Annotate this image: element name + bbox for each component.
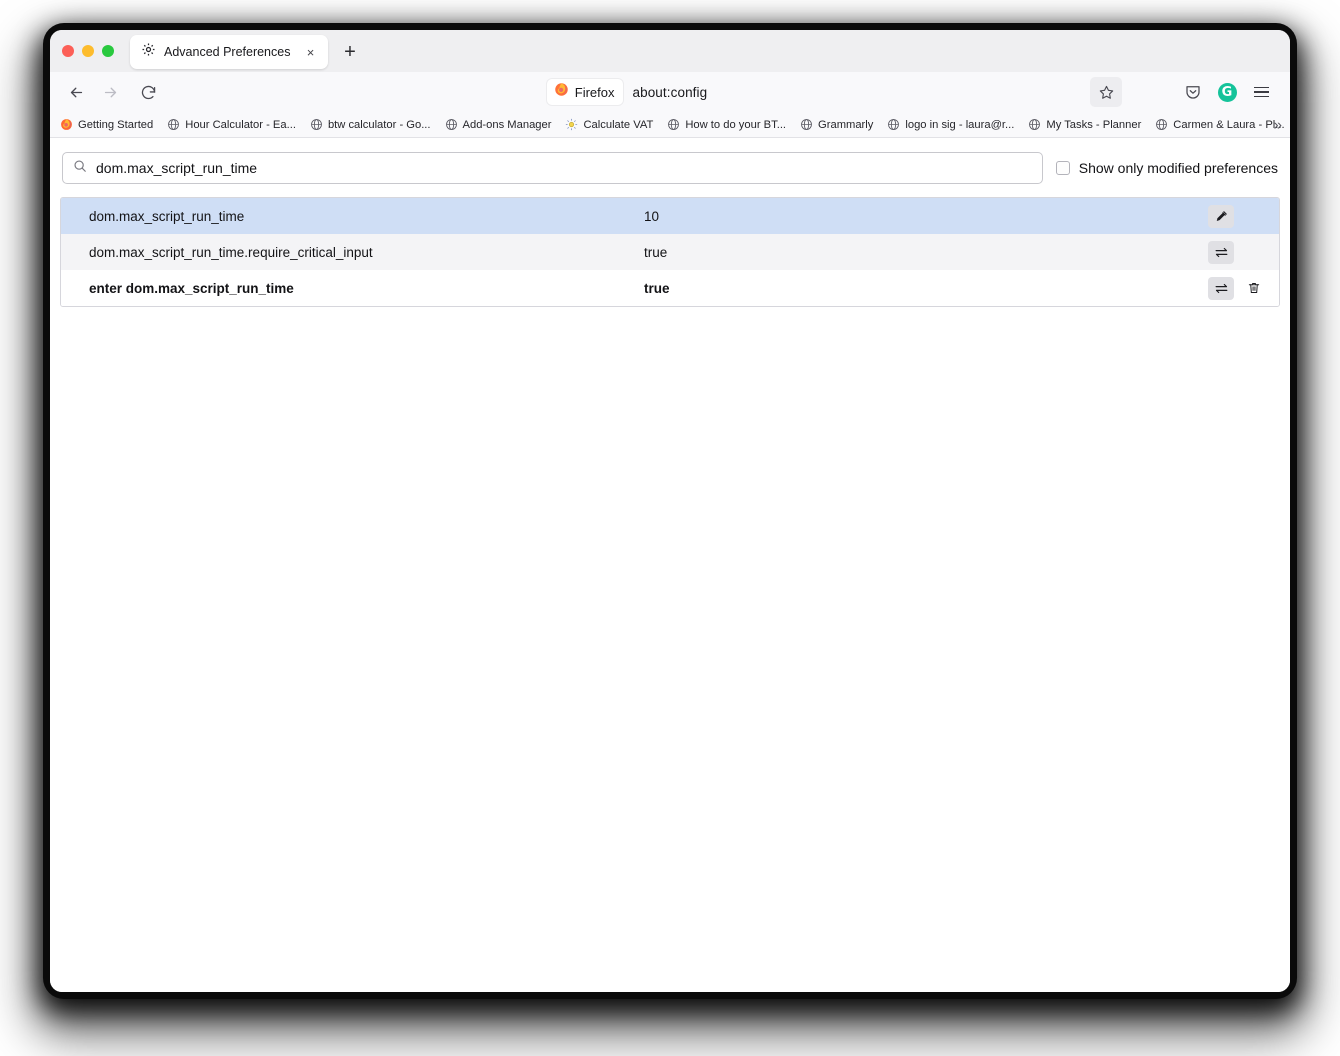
bookmark-label: Carmen & Laura - Pl... — [1173, 118, 1285, 131]
bookmark-label: btw calculator - Go... — [327, 118, 431, 131]
hamburger-menu-icon[interactable] — [1246, 77, 1276, 107]
bookmark-item[interactable]: Grammarly — [800, 118, 873, 131]
bookmark-item[interactable]: How to do your BT... — [667, 118, 786, 131]
pocket-icon[interactable] — [1178, 77, 1208, 107]
back-button[interactable] — [60, 77, 92, 107]
show-modified-label: Show only modified preferences — [1078, 160, 1278, 176]
forward-button[interactable] — [94, 77, 126, 107]
action-spacer — [1241, 205, 1267, 228]
url-text: about:config — [632, 84, 708, 100]
about-config-page: dom.max_script_run_time Show only modifi… — [50, 138, 1290, 992]
bookmark-item[interactable]: Hour Calculator - Ea... — [167, 118, 296, 131]
search-row: dom.max_script_run_time Show only modifi… — [60, 152, 1280, 184]
bookmark-item[interactable]: logo in sig - laura@r... — [887, 118, 1014, 131]
bookmark-label: Calculate VAT — [583, 118, 654, 131]
preference-value: true — [644, 280, 670, 296]
identity-chip-label: Firefox — [574, 84, 615, 100]
toggle-icon[interactable] — [1208, 276, 1234, 300]
trash-icon[interactable] — [1241, 277, 1267, 300]
bookmark-label: Getting Started — [78, 118, 154, 131]
bookmark-item[interactable]: My Tasks - Planner — [1028, 118, 1141, 131]
firefox-icon — [554, 82, 569, 102]
preference-actions — [1208, 276, 1267, 300]
preference-value: true — [644, 244, 668, 260]
address-bar[interactable]: Firefox about:config — [166, 77, 1088, 107]
bookmark-item[interactable]: Add-ons Manager — [445, 118, 552, 131]
globe-icon — [1155, 118, 1168, 131]
navigation-toolbar: Firefox about:config G — [50, 72, 1290, 112]
firefox-icon — [60, 118, 73, 131]
globe-icon — [667, 118, 680, 131]
preference-value: 10 — [644, 208, 660, 224]
window-controls — [62, 30, 130, 72]
edit-pencil-icon[interactable] — [1208, 204, 1234, 228]
preference-name: dom.max_script_run_time — [89, 208, 245, 224]
close-window-button[interactable] — [62, 45, 74, 57]
search-input[interactable]: dom.max_script_run_time — [62, 152, 1043, 184]
grammarly-icon[interactable]: G — [1212, 77, 1242, 107]
toggle-icon[interactable] — [1208, 240, 1234, 264]
new-tab-button[interactable]: + — [336, 38, 364, 66]
bookmark-label: How to do your BT... — [685, 118, 787, 131]
sun-icon — [565, 118, 578, 131]
globe-icon — [445, 118, 458, 131]
tab-title: Advanced Preferences — [164, 45, 291, 59]
show-modified-preferences-toggle[interactable]: Show only modified preferences — [1055, 160, 1280, 176]
bookmark-item[interactable]: Carmen & Laura - Pl... — [1155, 118, 1285, 131]
bookmark-item[interactable]: Getting Started — [60, 118, 153, 131]
bookmark-star-icon[interactable] — [1090, 77, 1122, 107]
preference-actions — [1208, 204, 1267, 228]
bookmark-label: Grammarly — [818, 118, 874, 131]
preference-row[interactable]: enter dom.max_script_run_time true — [61, 270, 1279, 306]
globe-icon — [887, 118, 900, 131]
tab-strip: Advanced Preferences × + — [50, 30, 1290, 72]
preference-actions — [1208, 240, 1267, 264]
tab-advanced-preferences[interactable]: Advanced Preferences × — [130, 35, 328, 69]
bookmark-item[interactable]: btw calculator - Go... — [310, 118, 431, 131]
bookmark-label: Hour Calculator - Ea... — [185, 118, 296, 131]
bookmarks-bar: Getting Started Hour Calculator - Ea... bt… — [50, 112, 1290, 138]
bookmark-item[interactable]: Calculate VAT — [565, 118, 653, 131]
close-icon[interactable]: × — [301, 43, 320, 62]
globe-icon — [310, 118, 323, 131]
preference-row[interactable]: dom.max_script_run_time.require_critical… — [61, 234, 1279, 270]
search-icon — [73, 159, 87, 178]
gear-icon — [141, 42, 156, 62]
minimize-window-button[interactable] — [82, 45, 94, 57]
bookmark-label: Add-ons Manager — [462, 118, 552, 131]
search-input-value: dom.max_script_run_time — [96, 160, 258, 176]
toolbar-actions: G — [1090, 77, 1276, 107]
globe-icon — [1028, 118, 1041, 131]
reload-button[interactable] — [132, 77, 164, 107]
preference-row[interactable]: dom.max_script_run_time 10 — [61, 198, 1279, 234]
preferences-list: dom.max_script_run_time 10 dom.max_script_… — [60, 197, 1280, 307]
action-spacer — [1241, 241, 1267, 264]
preference-name: dom.max_script_run_time.require_critical… — [89, 244, 373, 260]
identity-chip[interactable]: Firefox — [546, 79, 624, 105]
bookmark-label: logo in sig - laura@r... — [905, 118, 1015, 131]
maximize-window-button[interactable] — [102, 45, 114, 57]
show-modified-checkbox[interactable] — [1055, 161, 1070, 175]
bookmarks-overflow-icon[interactable]: » — [1274, 117, 1282, 132]
grammarly-badge: G — [1217, 82, 1237, 102]
globe-icon — [800, 118, 813, 131]
globe-icon — [167, 118, 180, 131]
bookmark-label: My Tasks - Planner — [1046, 118, 1142, 131]
preference-name: enter dom.max_script_run_time — [89, 280, 294, 296]
browser-window: Advanced Preferences × + Firefox about:c… — [50, 30, 1290, 992]
